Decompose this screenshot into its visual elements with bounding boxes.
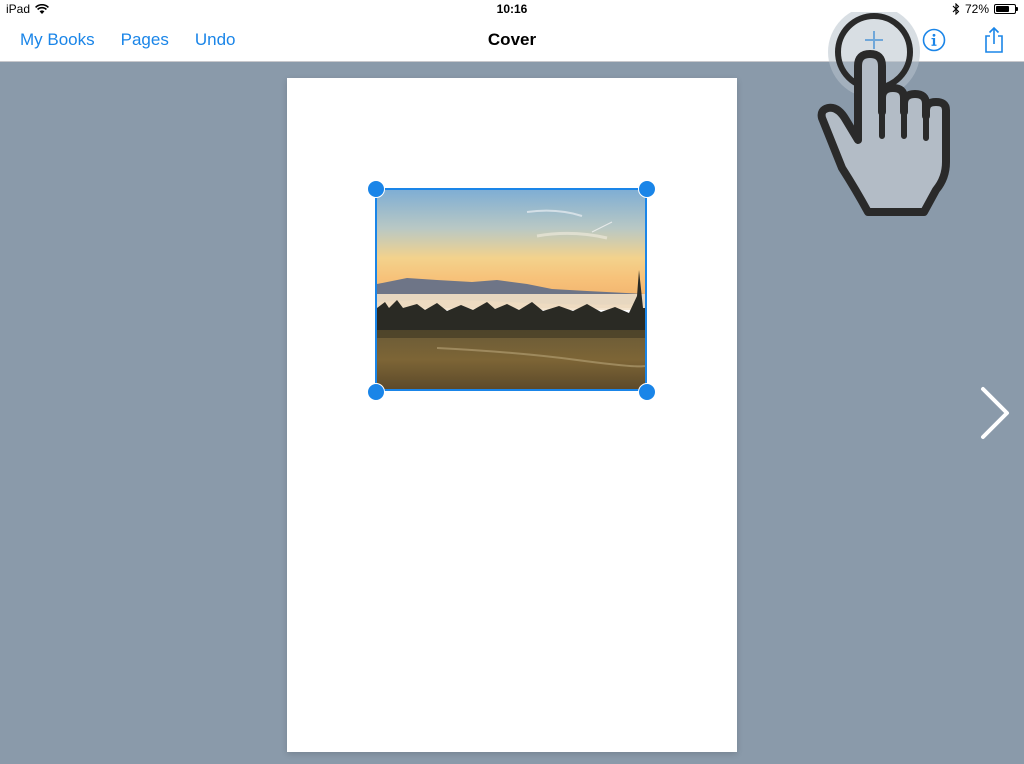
chevron-right-icon [981,387,1009,439]
status-left: iPad [6,2,49,16]
book-cover-page[interactable] [287,78,737,752]
my-books-button[interactable]: My Books [20,30,95,50]
info-icon [922,28,946,52]
next-page-button[interactable] [975,383,1015,443]
nav-bar: My Books Pages Undo Cover [0,18,1024,62]
share-button[interactable] [974,18,1014,62]
battery-percent: 72% [964,2,989,16]
info-button[interactable] [914,18,954,62]
selected-photo[interactable] [375,188,647,391]
resize-handle-bottom-right[interactable] [638,383,656,401]
wifi-icon [35,3,49,14]
battery-icon [994,4,1018,14]
landscape-sunset-photo-icon [377,190,645,389]
resize-handle-bottom-left[interactable] [367,383,385,401]
resize-handle-top-right[interactable] [638,180,656,198]
bluetooth-icon [952,3,960,15]
nav-left-buttons: My Books Pages Undo [20,30,235,50]
resize-handle-top-left[interactable] [367,180,385,198]
status-right: 72% [952,2,1018,16]
add-button[interactable] [854,18,894,62]
add-icon [865,31,883,49]
share-icon [985,26,1003,53]
undo-button[interactable]: Undo [195,30,236,50]
status-bar: iPad 10:16 72% [0,0,1024,18]
device-label: iPad [6,2,31,16]
status-time: 10:16 [496,2,528,16]
pages-button[interactable]: Pages [121,30,169,50]
battery-fill [996,6,1009,12]
